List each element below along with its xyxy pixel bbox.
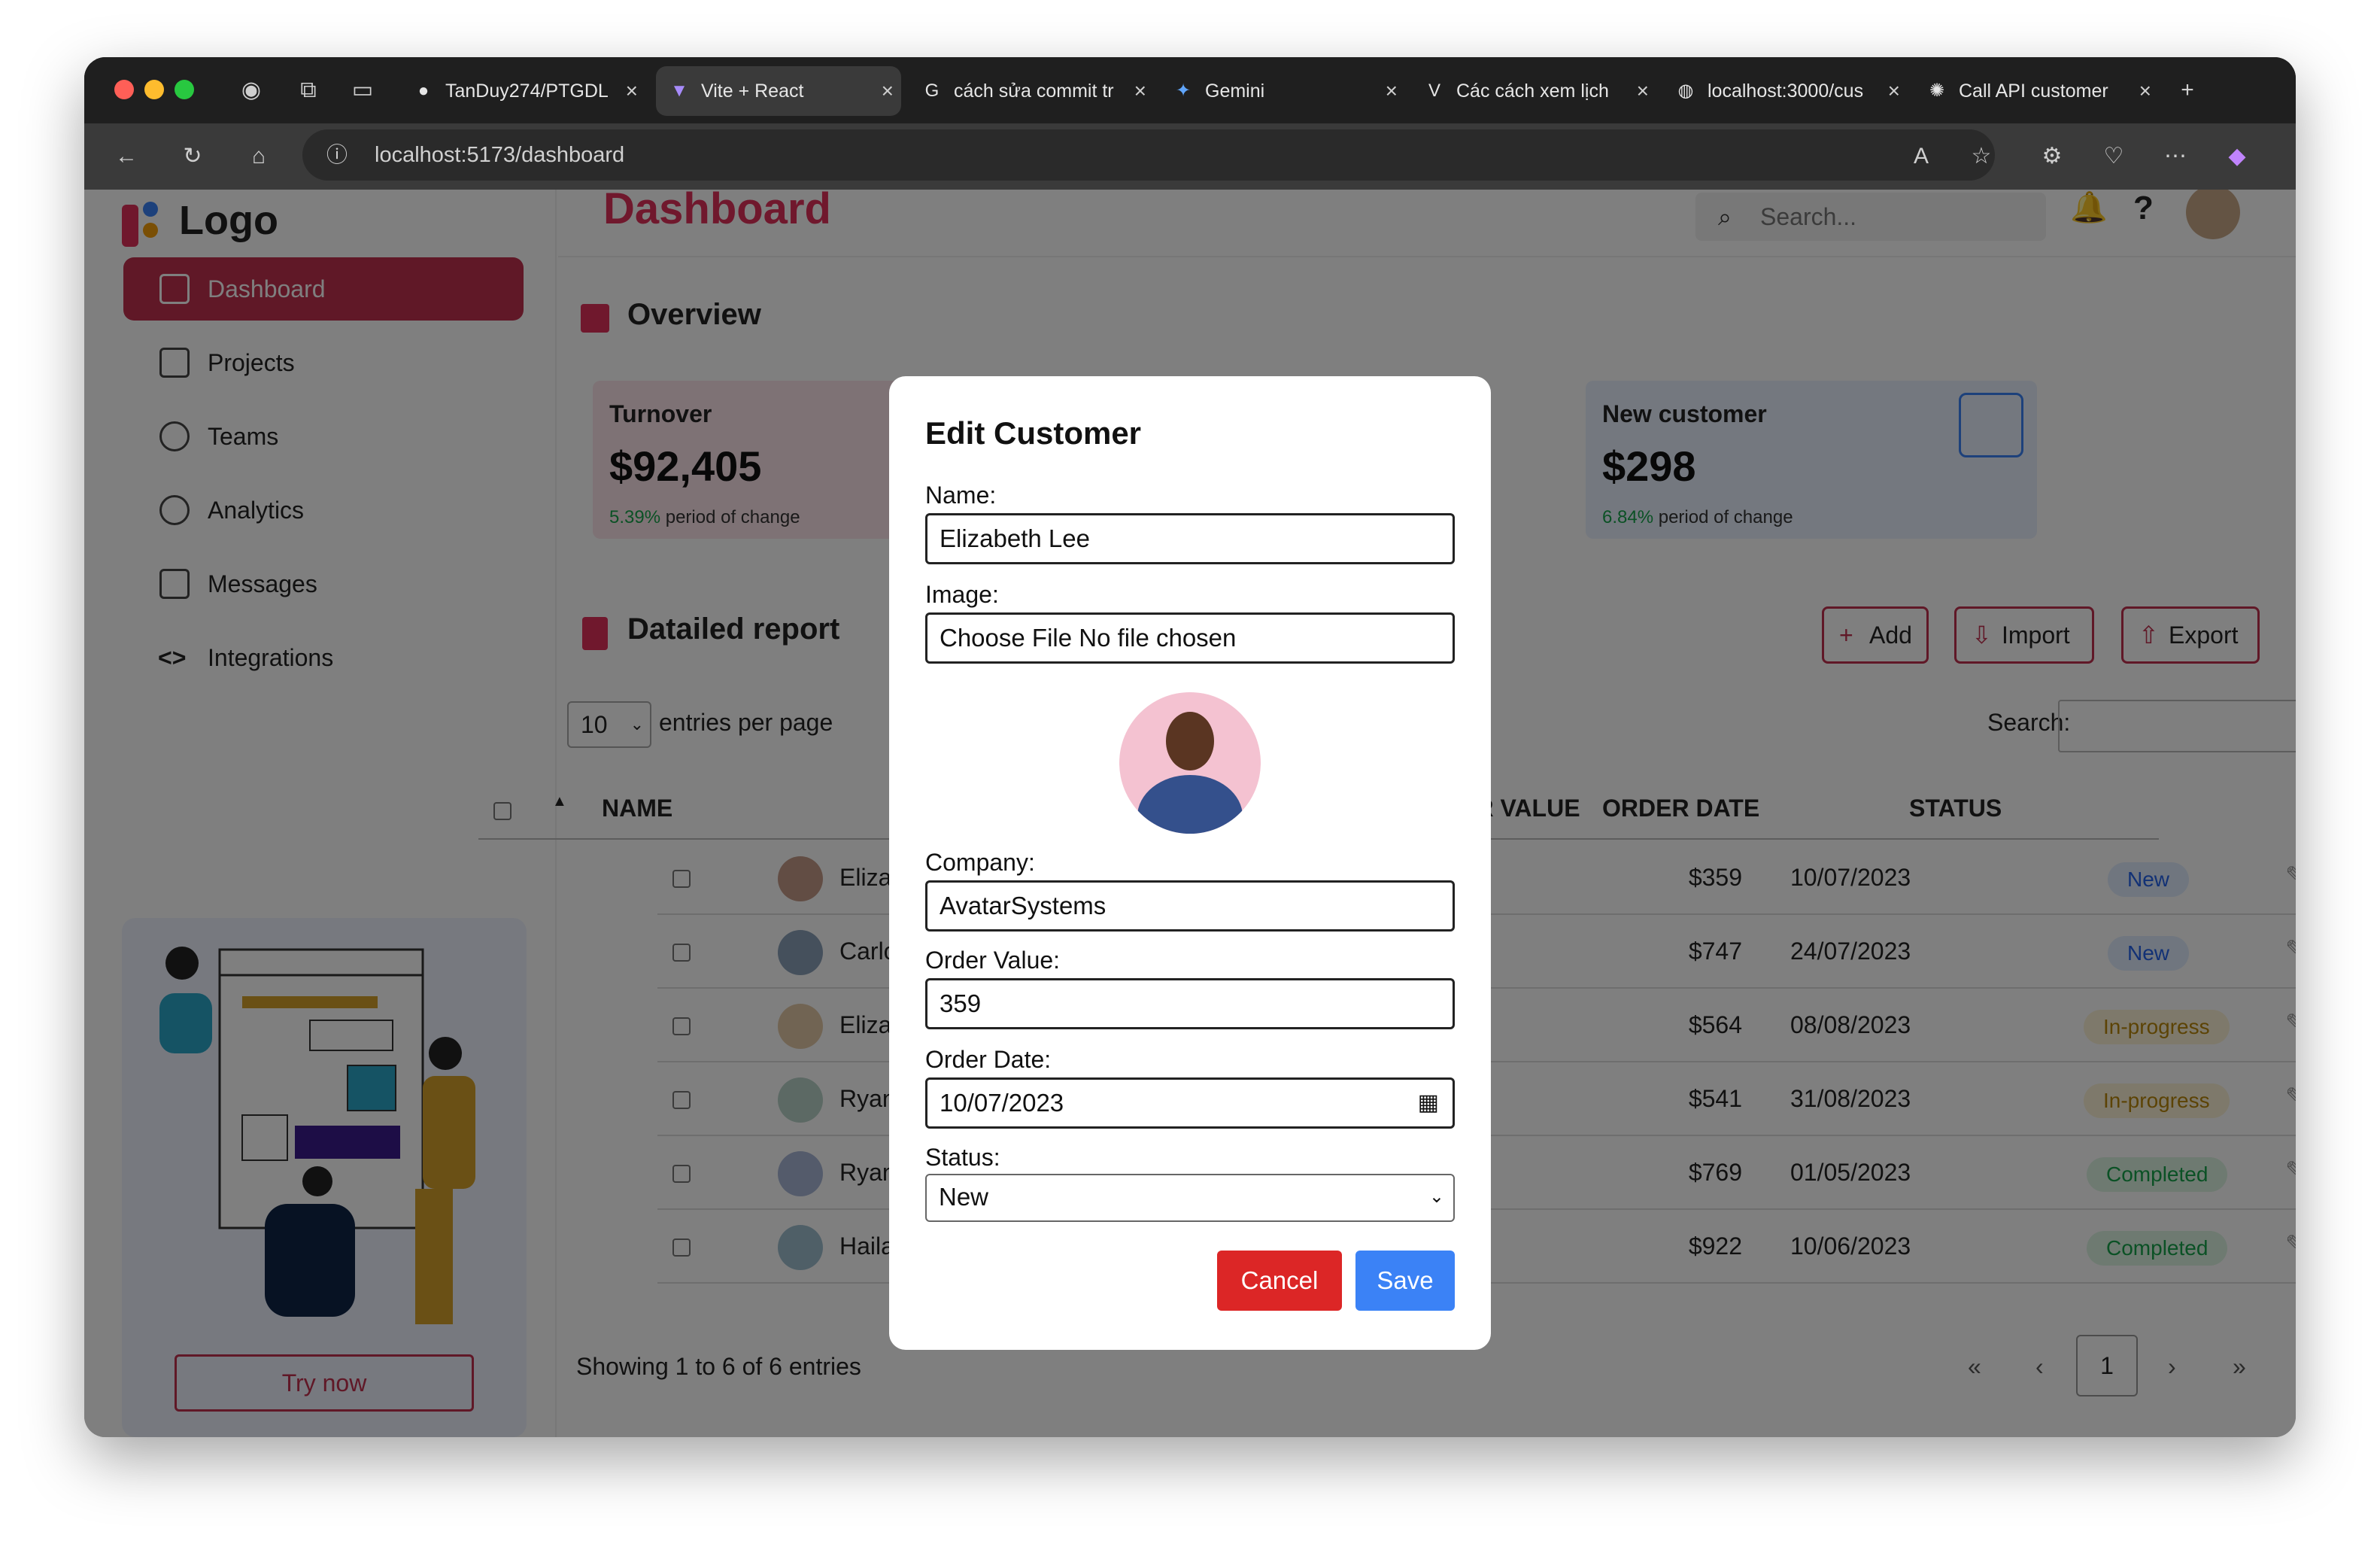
- edit-customer-modal: Edit Customer Name: Elizabeth Lee Image:…: [889, 376, 1491, 1350]
- close-tab-icon[interactable]: ×: [882, 66, 894, 116]
- back-icon[interactable]: ←: [110, 140, 143, 173]
- workspaces-icon[interactable]: ⧉: [292, 74, 325, 107]
- tab-label: Gemini: [1205, 81, 1265, 102]
- more-icon[interactable]: ⋯: [2159, 140, 2192, 173]
- page: Logo Dashboard Projects Teams Analytics …: [84, 190, 2296, 1437]
- info-icon: ⓘ: [326, 143, 348, 166]
- order-date-value: 10/07/2023: [940, 1089, 1064, 1117]
- status-select[interactable]: New ⌄: [925, 1174, 1455, 1222]
- minimize-window-button[interactable]: [144, 80, 164, 99]
- status-label: Status:: [925, 1144, 1000, 1171]
- globe-icon: ◍: [1677, 81, 1694, 101]
- order-value-field[interactable]: 359: [925, 978, 1455, 1029]
- close-tab-icon[interactable]: ×: [1888, 66, 1900, 116]
- tab-google[interactable]: Gcách sửa commit tr ×: [909, 66, 1154, 116]
- tab-vite-react[interactable]: ▼ Vite + React ×: [656, 66, 901, 116]
- close-tab-icon[interactable]: ×: [1637, 66, 1649, 116]
- browser-essentials-icon[interactable]: ♡: [2097, 140, 2130, 173]
- cancel-button[interactable]: Cancel: [1217, 1251, 1342, 1311]
- read-aloud-icon[interactable]: A: [1905, 140, 1938, 173]
- save-button[interactable]: Save: [1355, 1251, 1455, 1311]
- close-tab-icon[interactable]: ×: [626, 66, 638, 116]
- reload-icon[interactable]: ↻: [176, 140, 209, 173]
- address-bar-row: ← ↻ ⌂ ⓘ localhost:5173/dashboard A ☆ ⚙ ♡ …: [84, 123, 2296, 190]
- gemini-icon: ✦: [1175, 81, 1192, 101]
- tab-gemini[interactable]: ✦ Gemini ×: [1160, 66, 1405, 116]
- google-icon: G: [924, 81, 940, 101]
- order-value-label: Order Value:: [925, 947, 1061, 974]
- tab-label: localhost:3000/cus: [1708, 81, 1864, 102]
- customer-avatar: [1119, 692, 1261, 834]
- image-label: Image:: [925, 581, 999, 608]
- tab-label: cách sửa commit tr: [954, 81, 1114, 102]
- url-text: localhost:5173/dashboard: [375, 143, 625, 167]
- order-date-label: Order Date:: [925, 1046, 1052, 1073]
- image-file-input[interactable]: Choose File No file chosen: [925, 612, 1455, 664]
- tab-xem-lich[interactable]: V Các cách xem lịch ×: [1411, 66, 1656, 116]
- favorite-icon[interactable]: ☆: [1965, 140, 1998, 173]
- maximize-window-button[interactable]: [175, 80, 194, 99]
- v-icon: V: [1428, 81, 1440, 101]
- copilot-icon[interactable]: ◆: [2221, 140, 2254, 173]
- close-window-button[interactable]: [114, 80, 134, 99]
- tab-github[interactable]: ● TanDuy274/PTGDL ×: [400, 66, 645, 116]
- tab-localhost-3000[interactable]: ◍ localhost:3000/cus ×: [1662, 66, 1908, 116]
- tab-label: Vite + React: [701, 81, 804, 102]
- tab-label: TanDuy274/PTGDL: [445, 81, 609, 102]
- new-tab-icon[interactable]: +: [2171, 74, 2204, 107]
- status-select-value: New: [939, 1183, 989, 1211]
- close-tab-icon[interactable]: ×: [1386, 66, 1398, 116]
- order-date-field[interactable]: 10/07/2023 ▦: [925, 1077, 1455, 1129]
- tab-label: Các cách xem lịch: [1456, 81, 1609, 102]
- calendar-icon[interactable]: ▦: [1418, 1080, 1439, 1126]
- name-label: Name:: [925, 482, 997, 509]
- tab-bar: ◉ ⧉ ▭ ● TanDuy274/PTGDL × ▼ Vite + React × G…: [84, 57, 2296, 123]
- name-field[interactable]: Elizabeth Lee: [925, 513, 1455, 564]
- profile-icon[interactable]: ◉: [235, 74, 268, 107]
- chatgpt-icon: ✺: [1929, 81, 1945, 101]
- close-tab-icon[interactable]: ×: [1134, 66, 1146, 116]
- modal-title: Edit Customer: [925, 415, 1142, 451]
- tab-call-api[interactable]: ✺ Call API customer ×: [1914, 66, 2159, 116]
- chevron-down-icon: ⌄: [1428, 1187, 1444, 1207]
- company-label: Company:: [925, 849, 1035, 876]
- company-field[interactable]: AvatarSystems: [925, 880, 1455, 932]
- github-icon: ●: [417, 81, 430, 101]
- tab-actions-icon[interactable]: ▭: [346, 74, 379, 107]
- tab-label: Call API customer: [1959, 81, 2108, 102]
- vite-icon: ▼: [670, 81, 688, 101]
- extensions-icon[interactable]: ⚙: [2035, 140, 2069, 173]
- address-bar[interactable]: ⓘ localhost:5173/dashboard: [302, 129, 1995, 181]
- home-icon[interactable]: ⌂: [242, 140, 275, 173]
- browser-window: ◉ ⧉ ▭ ● TanDuy274/PTGDL × ▼ Vite + React × G…: [84, 57, 2296, 1437]
- close-tab-icon[interactable]: ×: [2139, 66, 2151, 116]
